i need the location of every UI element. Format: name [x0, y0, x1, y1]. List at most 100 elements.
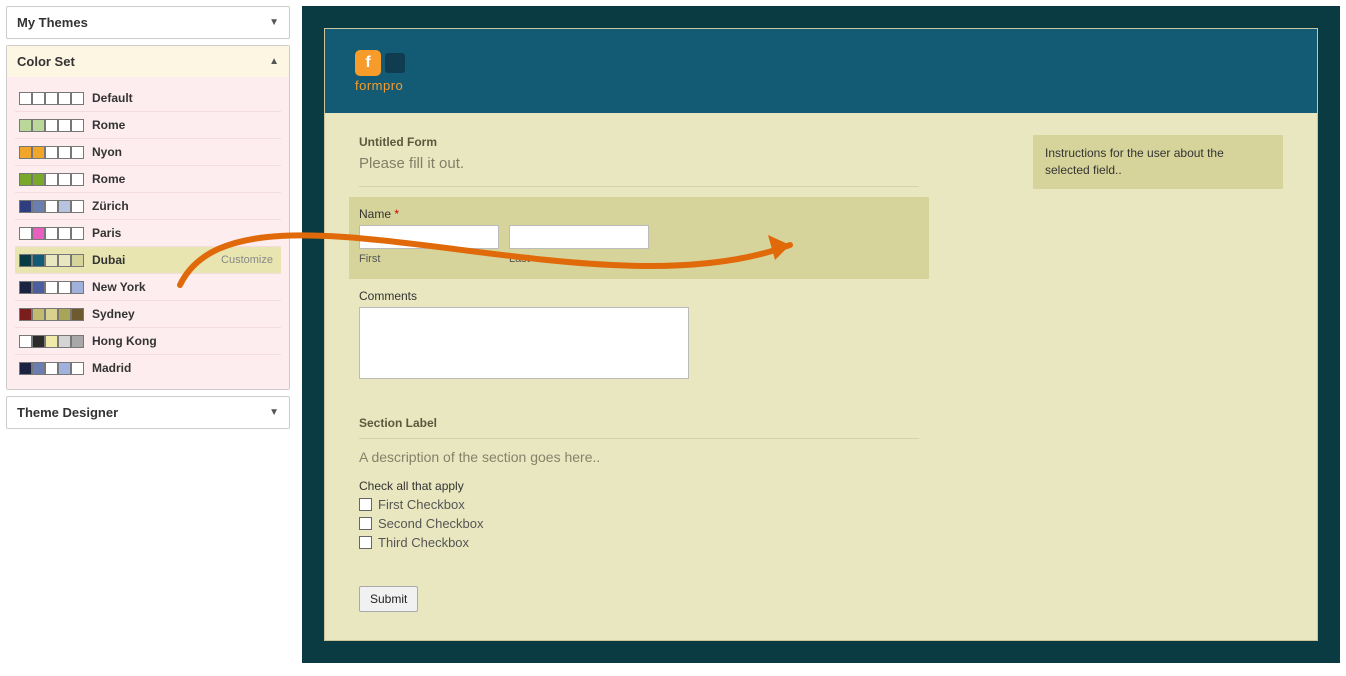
color-set-section: Color Set ▲ DefaultRomeNyonRomeZürichPar…: [6, 45, 290, 390]
required-mark: *: [394, 207, 399, 221]
color-swatch: [45, 281, 58, 294]
color-set-item-label: Default: [92, 91, 277, 105]
comments-textarea[interactable]: [359, 307, 689, 379]
color-set-item[interactable]: Default: [15, 85, 281, 112]
color-swatch: [19, 227, 32, 240]
checkbox-label: Second Checkbox: [378, 516, 484, 531]
color-swatch: [71, 227, 84, 240]
color-set-item[interactable]: Madrid: [15, 355, 281, 381]
color-swatch: [32, 146, 45, 159]
my-themes-title: My Themes: [17, 15, 88, 30]
color-swatch: [32, 227, 45, 240]
sidebar: My Themes ▼ Color Set ▲ Default Rome Nyon R…: [0, 0, 296, 669]
color-swatch: [19, 200, 32, 213]
color-set-item-label: New York: [92, 280, 277, 294]
name-label: Name *: [359, 207, 919, 221]
color-swatch: [32, 200, 45, 213]
color-swatch: [45, 173, 58, 186]
color-swatch: [45, 227, 58, 240]
color-swatch: [58, 146, 71, 159]
theme-designer-title: Theme Designer: [17, 405, 118, 420]
color-set-item[interactable]: Nyon: [15, 139, 281, 166]
color-swatch: [71, 146, 84, 159]
color-swatch: [58, 173, 71, 186]
color-set-item-label: Hong Kong: [92, 334, 277, 348]
logo-icon: f: [355, 50, 381, 76]
swatch-group: [19, 200, 84, 213]
theme-designer-header[interactable]: Theme Designer ▼: [7, 397, 289, 428]
logo: f formpro: [355, 50, 405, 93]
color-swatch: [71, 92, 84, 105]
color-swatch: [58, 200, 71, 213]
submit-button[interactable]: Submit: [359, 586, 418, 612]
swatch-group: [19, 308, 84, 321]
logo-text: formpro: [355, 78, 403, 93]
color-swatch: [32, 92, 45, 105]
color-swatch: [58, 362, 71, 375]
color-swatch: [71, 119, 84, 132]
first-name-input[interactable]: [359, 225, 499, 249]
customize-link[interactable]: Customize: [221, 254, 273, 266]
color-swatch: [32, 119, 45, 132]
color-swatch: [58, 335, 71, 348]
color-swatch: [19, 119, 32, 132]
color-swatch: [45, 254, 58, 267]
color-swatch: [32, 362, 45, 375]
color-swatch: [32, 335, 45, 348]
color-set-item[interactable]: DubaiCustomize: [15, 247, 281, 274]
color-swatch: [58, 92, 71, 105]
checkbox[interactable]: [359, 498, 372, 511]
color-set-header[interactable]: Color Set ▲: [7, 46, 289, 77]
color-set-item-label: Paris: [92, 226, 277, 240]
color-set-item-label: Nyon: [92, 145, 277, 159]
my-themes-section: My Themes ▼: [6, 6, 290, 39]
color-set-item[interactable]: Rome: [15, 112, 281, 139]
form-title: Untitled Form: [359, 135, 919, 149]
chevron-up-icon: ▲: [269, 56, 279, 67]
color-set-list: DefaultRomeNyonRomeZürichParisDubaiCusto…: [7, 77, 289, 389]
instructions-box: Instructions for the user about the sele…: [1033, 135, 1283, 189]
color-set-item[interactable]: Rome: [15, 166, 281, 193]
checkbox[interactable]: [359, 517, 372, 530]
checkbox[interactable]: [359, 536, 372, 549]
color-swatch: [71, 200, 84, 213]
color-set-item[interactable]: Paris: [15, 220, 281, 247]
name-field-block[interactable]: Name * First Last: [349, 197, 929, 279]
swatch-group: [19, 281, 84, 294]
color-swatch: [71, 173, 84, 186]
color-swatch: [45, 335, 58, 348]
first-sublabel: First: [359, 253, 499, 265]
color-swatch: [58, 119, 71, 132]
color-swatch: [32, 308, 45, 321]
color-swatch: [19, 308, 32, 321]
checkbox-row[interactable]: First Checkbox: [359, 497, 919, 512]
form-main: Untitled Form Please fill it out. Name *: [359, 135, 919, 612]
color-swatch: [32, 254, 45, 267]
color-swatch: [45, 92, 58, 105]
color-set-item[interactable]: Sydney: [15, 301, 281, 328]
color-set-item[interactable]: New York: [15, 274, 281, 301]
color-swatch: [58, 308, 71, 321]
color-set-item-label: Madrid: [92, 361, 277, 375]
color-swatch: [58, 227, 71, 240]
form-card: f formpro Untitled Form Please fill it o…: [324, 28, 1318, 641]
color-swatch: [19, 92, 32, 105]
swatch-group: [19, 362, 84, 375]
color-set-item-label: Sydney: [92, 307, 277, 321]
color-swatch: [32, 173, 45, 186]
checks-label: Check all that apply: [359, 479, 919, 493]
color-set-item[interactable]: Hong Kong: [15, 328, 281, 355]
color-swatch: [19, 173, 32, 186]
chevron-down-icon: ▼: [269, 17, 279, 28]
comments-field-block: Comments: [359, 279, 919, 396]
color-swatch: [19, 362, 32, 375]
color-swatch: [45, 362, 58, 375]
checkbox-row[interactable]: Second Checkbox: [359, 516, 919, 531]
color-set-item[interactable]: Zürich: [15, 193, 281, 220]
last-name-input[interactable]: [509, 225, 649, 249]
my-themes-header[interactable]: My Themes ▼: [7, 7, 289, 38]
checkbox-row[interactable]: Third Checkbox: [359, 535, 919, 550]
color-swatch: [19, 335, 32, 348]
color-set-item-label: Rome: [92, 118, 277, 132]
checkbox-field-block: Check all that apply First Checkbox Secon…: [359, 475, 919, 564]
